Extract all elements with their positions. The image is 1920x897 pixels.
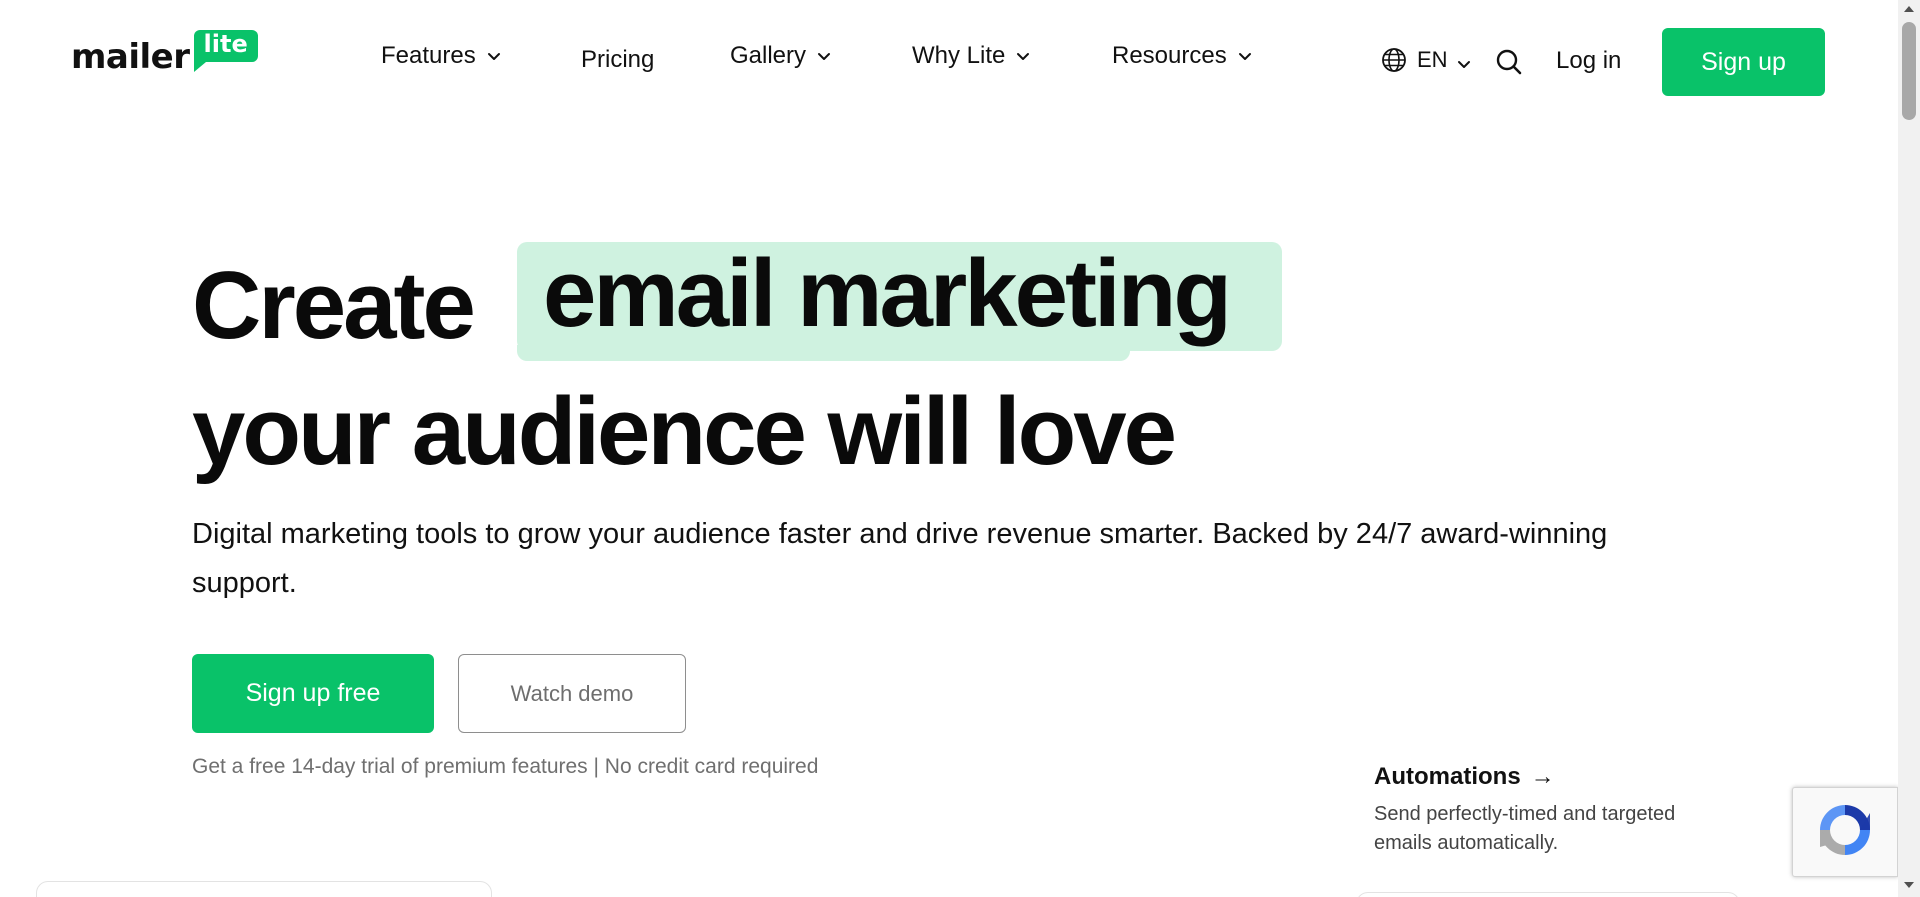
nav-item-label: Why Lite	[912, 42, 1006, 69]
nav-item-label: Pricing	[581, 46, 655, 73]
automations-description: Send perfectly-timed and targeted emails…	[1374, 803, 1676, 854]
nav-item-label: Features	[381, 42, 476, 69]
scroll-down-arrow-icon[interactable]	[1904, 882, 1914, 888]
arrow-right-icon: →	[1530, 763, 1555, 790]
signup-button[interactable]: Sign up	[1662, 28, 1825, 96]
nav-item-gallery[interactable]: Gallery	[730, 42, 832, 70]
scroll-up-arrow-icon[interactable]	[1904, 6, 1914, 12]
login-link[interactable]: Log in	[1556, 47, 1621, 75]
watch-demo-button[interactable]: Watch demo	[458, 654, 686, 733]
signup-free-button[interactable]: Sign up free	[192, 654, 434, 733]
nav-item-pricing[interactable]: Pricing	[581, 46, 654, 74]
scrollbar-thumb[interactable]	[1902, 22, 1916, 120]
page: mailer lite Features Pricing Gallery Why…	[0, 0, 1898, 897]
logo-word: mailer	[71, 37, 190, 77]
nav-item-label: Gallery	[730, 42, 807, 69]
headline-highlight: email marketing	[543, 240, 1232, 347]
nav-item-features[interactable]: Features	[381, 42, 502, 70]
recaptcha-icon	[1814, 799, 1876, 866]
automations-title: Automations	[1374, 763, 1521, 790]
globe-icon	[1381, 47, 1407, 73]
trial-note: Get a free 14-day trial of premium featu…	[192, 755, 819, 778]
headline-highlight-tail	[517, 345, 1130, 361]
preview-card-left	[36, 881, 492, 897]
recaptcha-badge[interactable]	[1792, 787, 1898, 877]
mailerlite-logo[interactable]: mailer lite	[71, 30, 258, 76]
site-header: mailer lite Features Pricing Gallery Why…	[0, 0, 1898, 120]
preview-card-right	[1356, 892, 1740, 897]
language-selector[interactable]: EN	[1381, 47, 1472, 73]
chevron-down-icon	[816, 48, 832, 64]
vertical-scrollbar[interactable]	[1898, 0, 1920, 897]
nav-item-label: Resources	[1112, 42, 1227, 69]
search-icon[interactable]	[1495, 48, 1523, 76]
logo-badge: lite	[193, 30, 258, 72]
chevron-down-icon	[486, 48, 502, 64]
chevron-down-icon	[1237, 48, 1253, 64]
nav-item-why-lite[interactable]: Why Lite	[912, 42, 1031, 70]
automations-link[interactable]: Automations →	[1374, 763, 1555, 791]
headline-part1: Create	[192, 252, 476, 359]
chevron-down-icon	[1015, 48, 1031, 64]
hero-subtitle: Digital marketing tools to grow your aud…	[192, 518, 1608, 599]
nav-item-resources[interactable]: Resources	[1112, 42, 1253, 70]
headline-line2: your audience will love	[192, 378, 1177, 485]
language-code: EN	[1417, 47, 1448, 72]
chevron-down-icon	[1456, 52, 1472, 68]
